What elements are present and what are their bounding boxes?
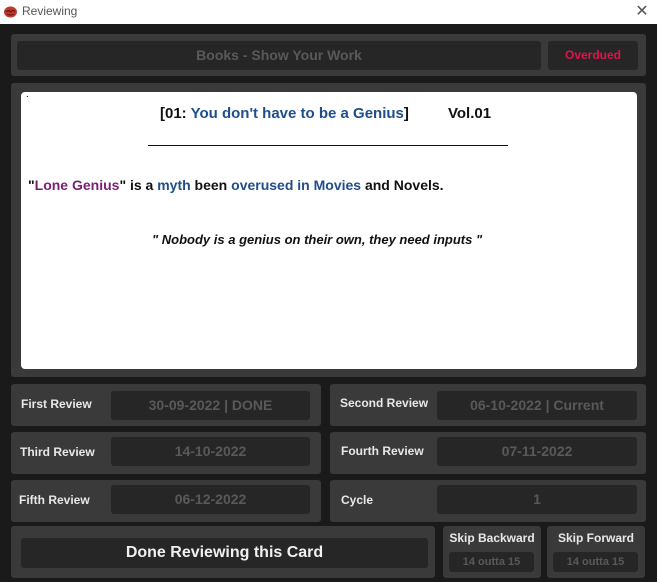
third-review-value: 14-10-2022 — [111, 437, 310, 466]
skip-backward-button[interactable]: Skip Backward 14 outta 15 — [443, 526, 541, 578]
third-review-label: Third Review — [20, 445, 95, 459]
skip-backward-count: 14 outta 15 — [449, 552, 534, 572]
status-badge: Overdued — [548, 41, 638, 70]
fourth-review-value: 07-11-2022 — [437, 437, 637, 466]
brain-icon — [4, 6, 17, 18]
skip-forward-count: 14 outta 15 — [553, 552, 638, 572]
card-quote: " Nobody is a genius on their own, they … — [152, 232, 483, 247]
close-icon[interactable]: ✕ — [631, 1, 653, 23]
skip-forward-label: Skip Forward — [557, 531, 634, 545]
fourth-review-label: Fourth Review — [341, 444, 424, 458]
chapter-title: You don't have to be a Genius — [190, 105, 404, 122]
divider — [148, 145, 508, 146]
cycle-label: Cycle — [341, 493, 374, 507]
cycle-value: 1 — [437, 485, 637, 514]
window-title: Reviewing — [22, 4, 78, 18]
book-title: Books - Show Your Work — [17, 41, 541, 70]
fifth-review-value: 06-12-2022 — [111, 485, 310, 514]
second-review-value: 06-10-2022 | Current — [437, 391, 637, 420]
card-dot: . — [26, 89, 29, 100]
chapter-heading: [01: You don't have to be a Genius] — [160, 105, 409, 122]
skip-forward-button[interactable]: Skip Forward 14 outta 15 — [547, 526, 645, 578]
title-bar: Reviewing ✕ — [0, 0, 657, 24]
card-statement: "Lone Genius" is a myth been overused in… — [28, 177, 444, 193]
first-review-value: 30-09-2022 | DONE — [111, 391, 310, 420]
fifth-review-label: Fifth Review — [19, 493, 90, 507]
second-review-label: Second Review — [340, 396, 429, 410]
skip-backward-label: Skip Backward — [449, 531, 535, 545]
card-content: . [01: You don't have to be a Genius] Vo… — [21, 89, 637, 369]
done-reviewing-button[interactable]: Done Reviewing this Card — [21, 538, 428, 568]
volume-label: Vol.01 — [448, 105, 492, 122]
first-review-label: First Review — [21, 397, 92, 411]
